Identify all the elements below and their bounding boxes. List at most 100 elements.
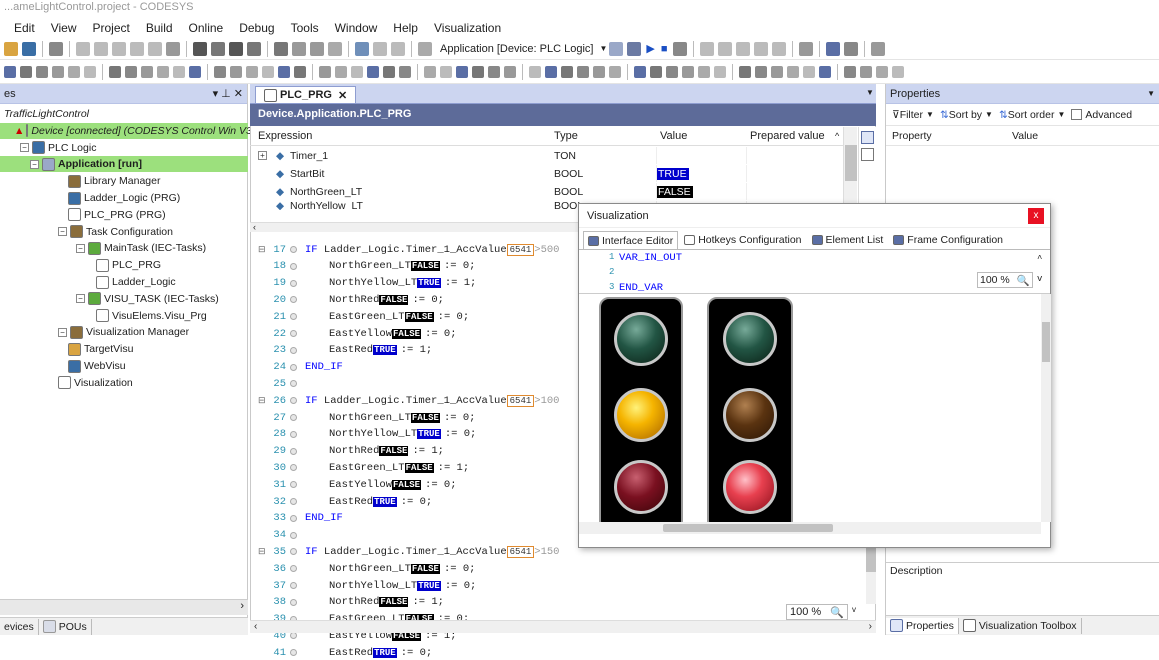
tree-item[interactable]: PLC_PRG (PRG) — [0, 207, 248, 223]
editor-tool-icon[interactable] — [141, 65, 153, 78]
editor-tool-icon[interactable] — [36, 65, 48, 78]
editor-tool-icon[interactable] — [440, 65, 452, 78]
editor-tool-icon[interactable] — [771, 65, 783, 78]
chevron-down-icon[interactable]: v — [1037, 274, 1042, 284]
start-icon[interactable]: ▶ — [646, 42, 654, 55]
editor-tool-icon[interactable] — [189, 65, 201, 78]
code-line[interactable]: 19 NorthYellow_LT TRUE:= 1; — [258, 276, 476, 291]
collapse-icon[interactable]: − — [58, 227, 67, 237]
breakpoint-marker[interactable] — [290, 397, 297, 405]
code-line[interactable]: 22 EastYellow FALSE:= 0; — [258, 326, 456, 341]
fold-icon[interactable]: ⊟ — [258, 396, 266, 406]
code-line[interactable]: 24 END_IF — [258, 360, 342, 375]
horizontal-scrollbar[interactable]: › — [0, 599, 248, 615]
breakpoint-marker[interactable] — [290, 414, 297, 421]
chevron-down-icon[interactable]: ▼ — [866, 88, 874, 97]
run-to-cursor-icon[interactable] — [771, 41, 786, 56]
login-icon[interactable] — [609, 41, 624, 56]
editor-tool-icon[interactable] — [876, 65, 888, 78]
breakpoint-marker[interactable] — [290, 632, 297, 640]
tab-devices[interactable]: evices — [0, 618, 39, 635]
code-line[interactable]: 38 NorthRed FALSE:= 1; — [258, 595, 444, 610]
code-line[interactable]: 18 NorthGreen_LT FALSE:= 0; — [258, 259, 475, 274]
visu-zoom[interactable]: 100 % 🔍 — [977, 272, 1033, 288]
rebuild-icon[interactable] — [328, 41, 342, 56]
breakpoint-marker[interactable] — [290, 296, 297, 304]
breakpoint-marker[interactable] — [290, 649, 297, 657]
editor-tool-icon[interactable] — [173, 65, 185, 78]
chevron-down-icon[interactable]: ▼ — [1147, 89, 1155, 98]
editor-tool-icon[interactable] — [755, 65, 767, 78]
breakpoint-marker[interactable] — [290, 531, 297, 539]
build-all-icon[interactable] — [292, 41, 306, 56]
close-icon[interactable]: ✕ — [338, 89, 347, 102]
delete-icon[interactable] — [166, 41, 180, 56]
watch-row[interactable]: ◆ NorthGreen_LT BOOL FALSE — [250, 183, 843, 200]
col-prepared-value[interactable]: Prepared value — [750, 130, 825, 142]
editor-tool-icon[interactable] — [4, 65, 16, 78]
watch-row[interactable]: + ◆ Timer_1 TON — [250, 147, 843, 164]
filter-button[interactable]: Filter — [900, 109, 923, 121]
logout-icon[interactable] — [627, 41, 642, 56]
write-values-icon[interactable] — [843, 41, 858, 56]
col-expression[interactable]: Expression — [258, 130, 312, 142]
editor-tool-icon[interactable] — [892, 65, 904, 78]
tree-item[interactable]: TrafficLightControl — [0, 106, 248, 122]
fold-icon[interactable]: ⊟ — [258, 245, 266, 255]
editor-tool-icon[interactable] — [545, 65, 557, 78]
force-values-icon[interactable] — [870, 41, 885, 56]
step-into-icon[interactable] — [735, 41, 750, 56]
menu-help[interactable]: Help — [393, 21, 418, 35]
chevron-down-icon[interactable]: ▼ — [926, 110, 934, 119]
code-line[interactable]: 29 NorthRed FALSE:= 1; — [258, 444, 444, 459]
code-line[interactable]: ⊟ 17 IF IF Ladder_Logic.Timer_1_AccValueLa… — [258, 242, 559, 257]
code-line[interactable]: 27 NorthGreen_LT FALSE:= 0; — [258, 410, 475, 425]
code-line[interactable]: 41 EastRed TRUE:= 0; — [258, 645, 432, 660]
visu-tab-frame-configuration[interactable]: Frame Configuration — [889, 231, 1007, 249]
tree-item[interactable]: − PLC Logic — [0, 140, 248, 156]
tree-item[interactable]: Ladder_Logic — [0, 274, 248, 290]
editor-tool-icon[interactable] — [262, 65, 274, 78]
build-icon[interactable] — [274, 41, 288, 56]
traffic-light-north[interactable] — [599, 297, 683, 531]
save-icon[interactable] — [22, 41, 36, 56]
tree-item[interactable]: TargetVisu — [0, 341, 248, 357]
editor-tool-icon[interactable] — [52, 65, 64, 78]
editor-tool-icon[interactable] — [109, 65, 121, 78]
collapse-icon[interactable]: − — [76, 243, 85, 253]
breakpoint-marker[interactable] — [290, 447, 297, 455]
editor-tool-icon[interactable] — [819, 65, 831, 78]
editor-tool-icon[interactable] — [125, 65, 137, 78]
breakpoint-marker[interactable] — [290, 279, 297, 287]
zoom-icon[interactable]: 🔍 — [1017, 274, 1030, 287]
copy-icon[interactable] — [130, 41, 144, 56]
editor-tool-icon[interactable] — [157, 65, 169, 78]
editor-tool-icon[interactable] — [682, 65, 694, 78]
advanced-checkbox[interactable] — [1071, 109, 1083, 120]
stop-icon[interactable]: ■ — [661, 43, 668, 55]
code-line[interactable]: 36 NorthGreen_LT FALSE:= 0; — [258, 561, 475, 576]
tree-item[interactable]: Library Manager — [0, 173, 248, 189]
layout-icon[interactable] — [355, 41, 369, 56]
sort-icon[interactable]: ^ — [835, 131, 839, 141]
replace-icon[interactable] — [211, 41, 225, 56]
clean-icon[interactable] — [310, 41, 324, 56]
application-selector[interactable]: Application [Device: PLC Logic] — [440, 43, 593, 55]
editor-tool-icon[interactable] — [634, 65, 646, 78]
code-line[interactable]: 33 END_IF — [258, 511, 342, 526]
breakpoint-marker[interactable] — [290, 481, 297, 489]
tree-item[interactable]: − Application [run] — [0, 156, 248, 173]
breakpoint-marker[interactable] — [290, 262, 297, 270]
menu-build[interactable]: Build — [146, 21, 173, 35]
breakpoint-marker[interactable] — [290, 548, 297, 556]
chevron-down-icon[interactable]: ▼ — [599, 44, 607, 53]
flow-control-icon[interactable] — [798, 41, 813, 56]
fold-icon[interactable]: ⊟ — [258, 547, 266, 557]
editor-tool-icon[interactable] — [230, 65, 242, 78]
editor-tool-icon[interactable] — [593, 65, 605, 78]
collapse-icon[interactable]: − — [76, 294, 85, 304]
code-line[interactable]: ⊟ 26 IF IF Ladder_Logic.Timer_1_AccValueLa… — [258, 393, 559, 408]
editor-tool-icon[interactable] — [844, 65, 856, 78]
tree-item[interactable]: WebVisu — [0, 358, 248, 374]
code-line[interactable]: 20 NorthRed FALSE:= 0; — [258, 292, 444, 307]
